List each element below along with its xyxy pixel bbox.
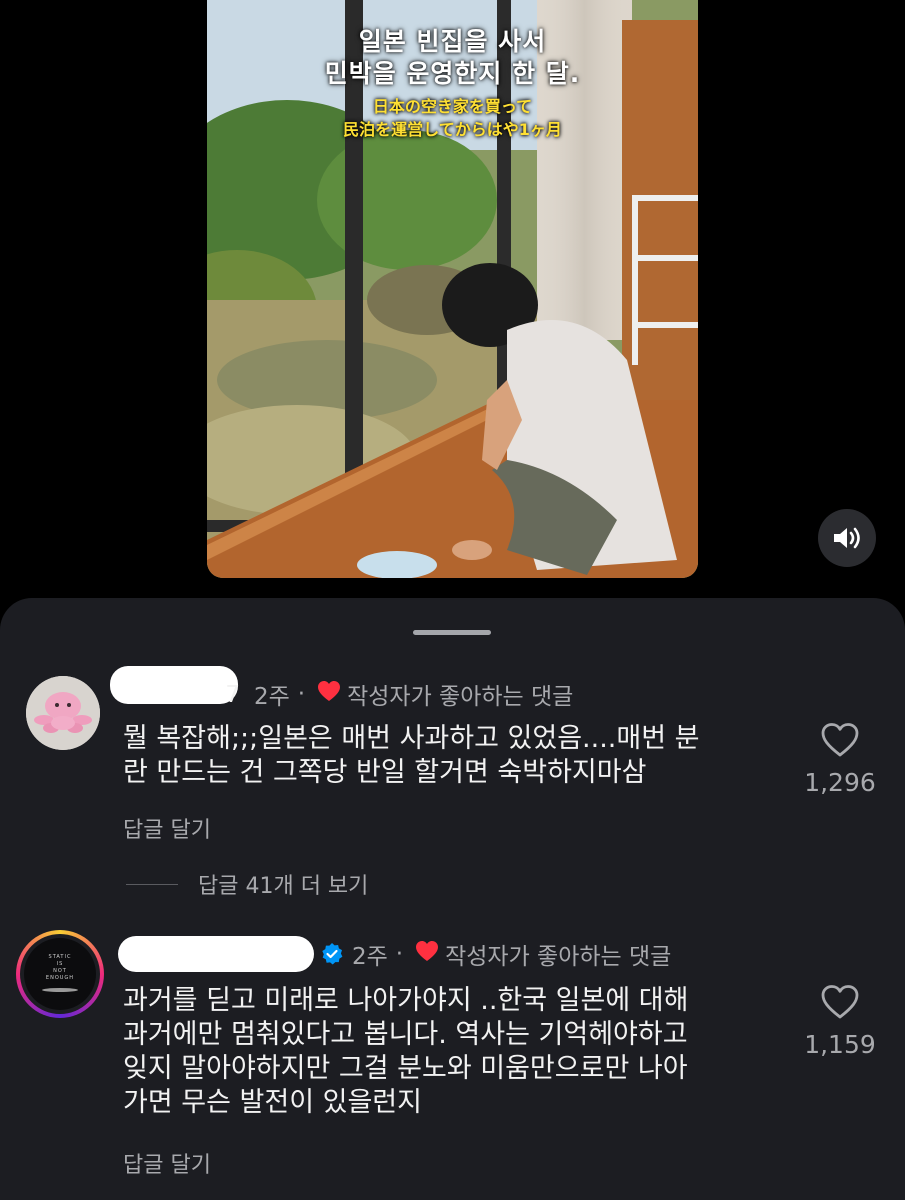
username-redacted[interactable]: [118, 936, 314, 972]
heart-outline-icon[interactable]: [820, 984, 860, 1020]
reply-button[interactable]: 답글 달기: [123, 812, 211, 844]
video-caption-japanese-line1: 日本の空き家を買って: [372, 97, 533, 116]
octopus-avatar-icon: [26, 676, 100, 750]
comment-text-line: 란 만드는 건 그쪽당 반일 할거면 숙박하지마삼: [123, 757, 647, 788]
heart-outline-icon[interactable]: [820, 722, 860, 758]
avatar[interactable]: [26, 676, 100, 750]
creator-liked-heart-icon: [317, 680, 341, 708]
comment-meta: 7 2주 · 작성자가 좋아하는 댓글: [110, 666, 574, 712]
comment-time: 2주: [254, 684, 290, 710]
sheet-drag-handle[interactable]: [413, 630, 491, 635]
view-more-replies-label: 답글 41개 더 보기: [198, 874, 369, 899]
view-more-replies-button[interactable]: 답글 41개 더 보기: [126, 868, 368, 900]
comment-text-line: 가면 무슨 발전이 있을런지: [123, 1087, 422, 1118]
username-redacted[interactable]: 7: [110, 666, 246, 712]
video-caption-japanese-line2: 民泊を運営してからはや1ヶ月: [343, 120, 562, 139]
redaction-mark: [110, 666, 238, 704]
comment-time: 2주: [352, 944, 388, 970]
video-player[interactable]: 일본 빈집을 사서 민박을 운영한지 한 달. 日本の空き家を買って 民泊を運営…: [207, 0, 698, 578]
video-area[interactable]: 일본 빈집을 사서 민박을 운영한지 한 달. 日本の空き家を買って 民泊を運営…: [0, 0, 905, 600]
comment-text-line: 뭘 복잡해;;;일본은 매번 사과하고 있었음....매번 분: [123, 723, 700, 754]
verified-badge-icon: [320, 942, 344, 966]
avatar: STATIC IS NOT ENOUGH: [24, 938, 96, 1010]
comment-text: 뭘 복잡해;;;일본은 매번 사과하고 있었음....매번 분 란 만드는 건 …: [123, 722, 700, 790]
reply-button[interactable]: 답글 달기: [123, 1147, 211, 1179]
reply-thread-line: [126, 883, 178, 885]
creator-liked-label: 작성자가 좋아하는 댓글: [445, 944, 672, 970]
video-caption-korean-line2: 민박을 운영한지 한 달.: [324, 59, 581, 88]
video-caption-korean-line1: 일본 빈집을 사서: [358, 27, 547, 56]
speaker-icon: [834, 527, 860, 549]
comment-text-line: 과거에만 멈춰있다고 봅니다. 역사는 기억헤야하고: [123, 1019, 688, 1050]
sound-toggle-button[interactable]: [818, 509, 876, 567]
like-count: 1,296: [804, 768, 876, 797]
comment-text-line: 과거를 딛고 미래로 나아가야지 ..한국 일본에 대해: [123, 985, 689, 1016]
creator-liked-heart-icon: [415, 940, 439, 968]
avatar-story-ring[interactable]: STATIC IS NOT ENOUGH: [16, 930, 104, 1018]
comment-meta: 2주 · 작성자가 좋아하는 댓글: [118, 936, 671, 972]
comments-sheet: 7 2주 · 작성자가 좋아하는 댓글 뭘 복잡해;;;일본은 매번 사과하고 …: [0, 598, 905, 1200]
meta-separator: ·: [297, 681, 306, 707]
comment-text-line: 잊지 말아야하지만 그걸 분노와 미움만으로만 나아: [123, 1053, 688, 1084]
like-control[interactable]: 1,296: [800, 722, 880, 797]
meta-separator: ·: [395, 941, 404, 967]
like-count: 1,159: [804, 1030, 876, 1059]
avatar-text: STATIC IS NOT ENOUGH: [45, 954, 75, 981]
like-control[interactable]: 1,159: [800, 984, 880, 1059]
username-fragment: 7: [225, 682, 240, 708]
comment-text: 과거를 딛고 미래로 나아가야지 ..한국 일본에 대해 과거에만 멈춰있다고 …: [123, 984, 688, 1120]
creator-liked-label: 작성자가 좋아하는 댓글: [347, 684, 574, 710]
